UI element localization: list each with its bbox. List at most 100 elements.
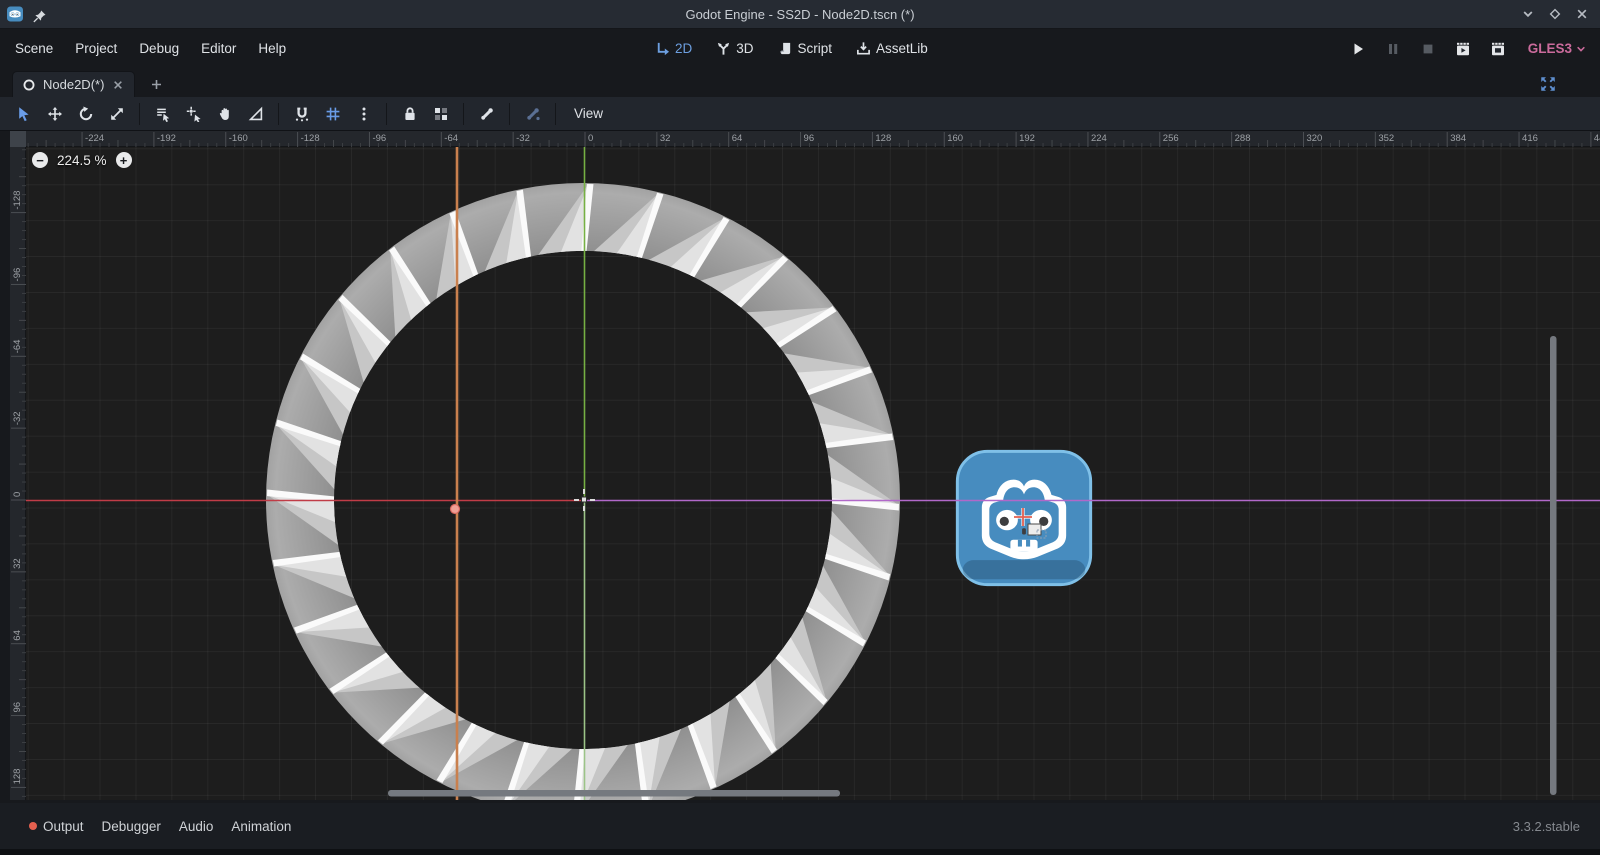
rotate-icon (78, 106, 94, 122)
canvas-toolbar: View (0, 97, 1600, 131)
scene-tab-bar: Node2D(*) (0, 68, 1600, 97)
title-bar[interactable]: Godot Engine - SS2D - Node2D.tscn (*) (0, 0, 1600, 29)
tab-close-icon[interactable] (111, 78, 125, 92)
play-custom-scene-button[interactable] (1489, 41, 1507, 57)
ruler-label: 320 (1306, 133, 1322, 144)
workspace-label: 3D (736, 41, 753, 56)
rotate-tool-button[interactable] (70, 101, 101, 127)
ruler-icon (248, 106, 264, 122)
bottom-panel-label: Output (43, 819, 84, 834)
grid-snap-tool-button[interactable] (317, 101, 348, 127)
zoom-in-button[interactable]: + (116, 152, 132, 168)
lock-icon (402, 106, 418, 122)
pivot-icon (186, 106, 202, 122)
horizontal-scrollbar[interactable] (388, 790, 840, 797)
zoom-out-button[interactable]: − (32, 152, 48, 168)
move-tool-button[interactable] (39, 101, 70, 127)
ruler-label: 128 (875, 133, 891, 144)
ruler-label: -32 (516, 133, 530, 144)
menu-project[interactable]: Project (64, 36, 128, 61)
pan-tool-button[interactable] (209, 101, 240, 127)
ruler-label: 32 (660, 133, 671, 144)
bone-icon (479, 106, 495, 122)
skeleton-icon (525, 106, 541, 122)
2d-icon (655, 41, 670, 56)
main-menus: SceneProjectDebugEditorHelp (4, 29, 297, 68)
stop-button[interactable] (1419, 41, 1437, 57)
list-select-tool-button[interactable] (147, 101, 178, 127)
workspace-label: AssetLib (876, 41, 928, 56)
ruler-label: 416 (1522, 133, 1538, 144)
measure-tool-button[interactable] (240, 101, 271, 127)
cursor-arrow-icon (16, 106, 32, 122)
3d-icon (716, 41, 731, 56)
snap-options-tool-button[interactable] (348, 101, 379, 127)
bottom-panel-output[interactable]: Output (20, 814, 93, 839)
edit-pivot-tool-button[interactable] (178, 101, 209, 127)
bottom-panel-label: Debugger (102, 819, 161, 834)
bottom-panel-label: Audio (179, 819, 214, 834)
toolbar-separator (386, 103, 387, 125)
window-title: Godot Engine - SS2D - Node2D.tscn (*) (0, 0, 1600, 29)
ruler-label: 128 (12, 769, 23, 785)
maximize-icon[interactable] (1547, 6, 1563, 22)
play-custom-scene-icon (1490, 41, 1506, 57)
workspace-label: 2D (675, 41, 692, 56)
bottom-panel-animation[interactable]: Animation (222, 814, 300, 839)
select-tool-button[interactable] (8, 101, 39, 127)
menu-scene[interactable]: Scene (4, 36, 64, 61)
viewport-canvas[interactable] (26, 147, 1600, 800)
bottom-panel-bar: OutputDebuggerAudioAnimation 3.3.2.stabl… (0, 803, 1600, 849)
workspace-2d-button[interactable]: 2D (648, 37, 699, 60)
smart-snap-tool-button[interactable] (286, 101, 317, 127)
assetlib-icon (856, 41, 871, 56)
toolbar-separator (278, 103, 279, 125)
list-select-icon (155, 106, 171, 122)
ruler-label: 64 (12, 630, 23, 641)
ruler-label: 160 (947, 133, 963, 144)
ruler-label: -64 (12, 340, 23, 354)
toolbar-separator (139, 103, 140, 125)
expand-viewport-icon[interactable] (1538, 74, 1558, 94)
chevron-down-icon (1574, 42, 1588, 56)
lock-tool-button[interactable] (394, 101, 425, 127)
pause-button[interactable] (1384, 41, 1402, 57)
tab-label: Node2D(*) (43, 77, 104, 92)
group-icon (433, 106, 449, 122)
ruler-horizontal[interactable]: -224-192-160-128-96-64-32032649612816019… (26, 131, 1600, 147)
workspace-3d-button[interactable]: 3D (709, 37, 760, 60)
menu-debug[interactable]: Debug (128, 36, 190, 61)
ruler-label: 384 (1450, 133, 1466, 144)
skeleton-options-tool-button[interactable] (517, 101, 548, 127)
view-menu-button[interactable]: View (563, 102, 614, 125)
vertical-scrollbar[interactable] (1550, 336, 1557, 795)
node2d-icon (22, 78, 36, 92)
renderer-dropdown[interactable]: GLES3 (1528, 41, 1588, 56)
bone-tool-button[interactable] (471, 101, 502, 127)
scale-tool-button[interactable] (101, 101, 132, 127)
scene-tab-node2d[interactable]: Node2D(*) (12, 71, 135, 97)
play-button[interactable] (1349, 41, 1367, 57)
ruler-vertical[interactable]: -128-96-64-320326496128 (10, 147, 26, 800)
vertex-handle[interactable] (451, 505, 460, 514)
ruler-label: -128 (12, 191, 23, 210)
play-icon (1350, 41, 1366, 57)
workspace-script-button[interactable]: Script (771, 37, 840, 60)
close-icon[interactable] (1574, 6, 1590, 22)
godot-editor-window: Godot Engine - SS2D - Node2D.tscn (*) Sc… (0, 0, 1600, 855)
workspace-assetlib-button[interactable]: AssetLib (849, 37, 935, 60)
menu-editor[interactable]: Editor (190, 36, 247, 61)
group-tool-button[interactable] (425, 101, 456, 127)
bottom-panel-audio[interactable]: Audio (170, 814, 223, 839)
ruler-label: -96 (372, 133, 386, 144)
play-scene-button[interactable] (1454, 41, 1472, 57)
ruler-label: -128 (301, 133, 320, 144)
ruler-label: 288 (1235, 133, 1251, 144)
menu-help[interactable]: Help (247, 36, 297, 61)
ruler-label: 256 (1163, 133, 1179, 144)
ruler-label: 352 (1378, 133, 1394, 144)
playback-cluster: GLES3 (1349, 29, 1588, 68)
bottom-panel-debugger[interactable]: Debugger (93, 814, 170, 839)
new-tab-button[interactable] (146, 74, 166, 94)
minimize-icon[interactable] (1520, 6, 1536, 22)
